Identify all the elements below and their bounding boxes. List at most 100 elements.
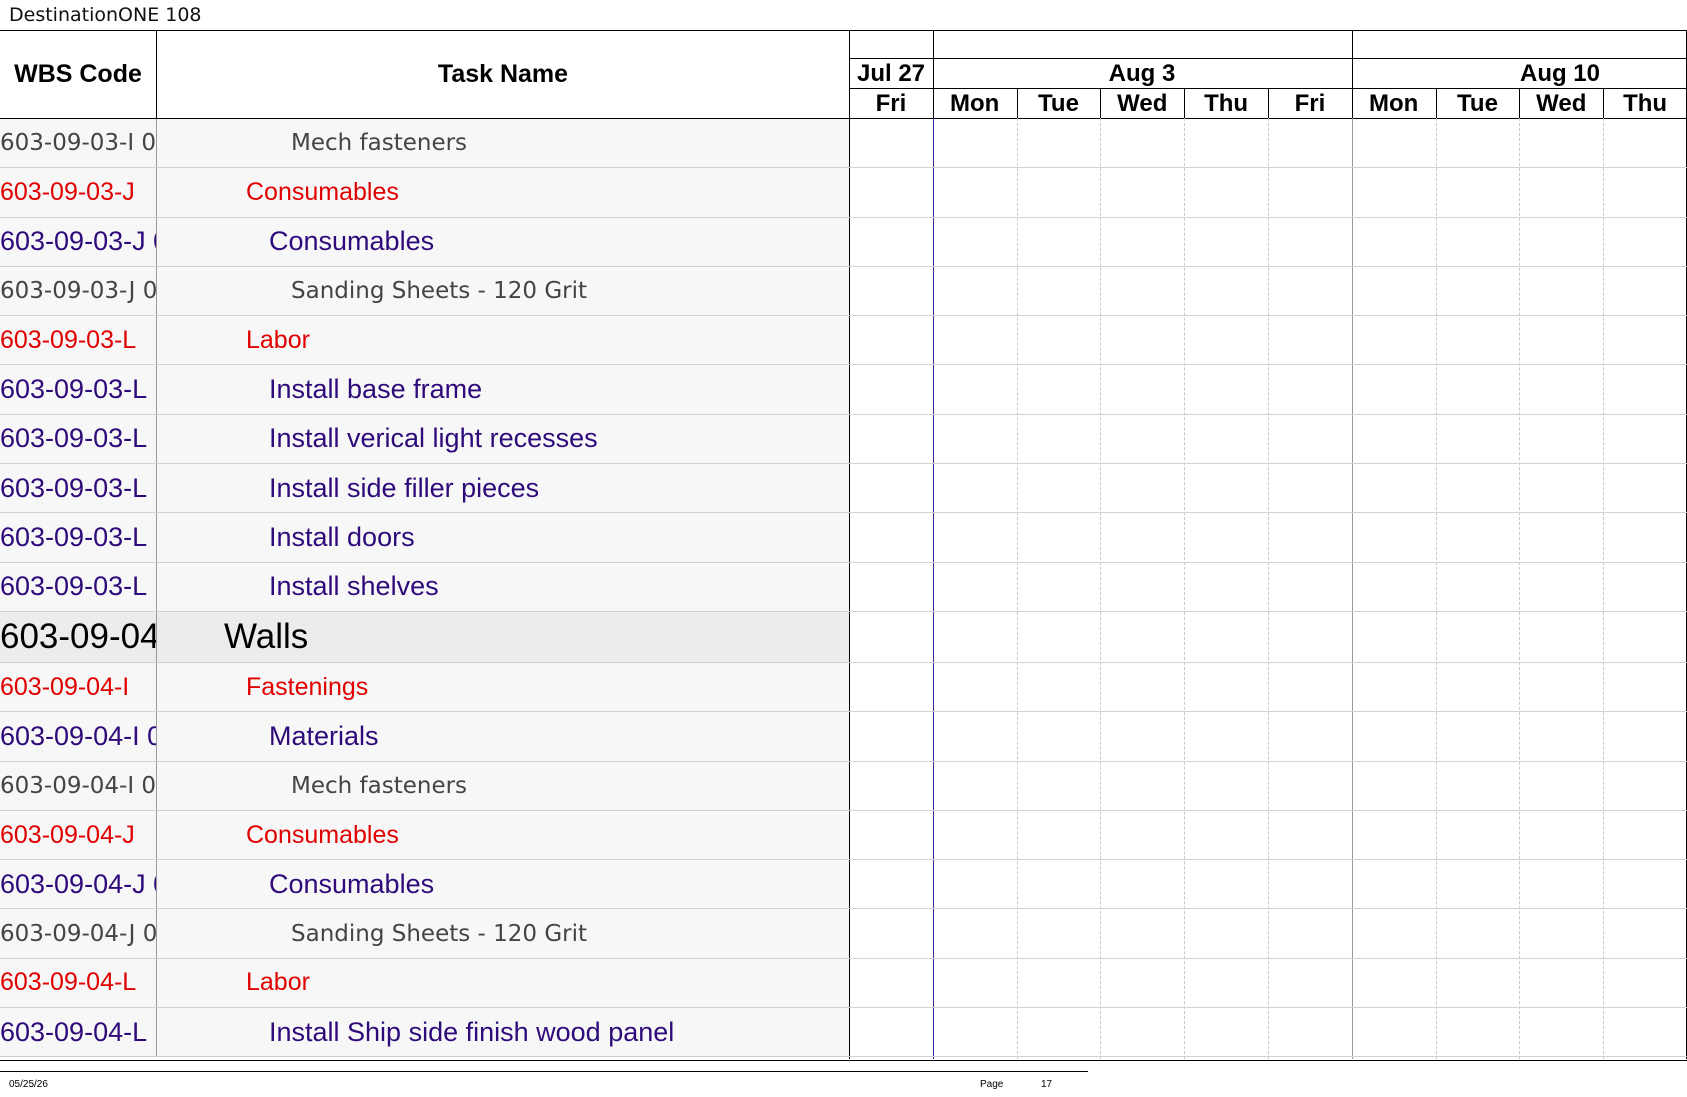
timescale-separator — [1017, 88, 1018, 118]
wbs-code-cell: 603-09-04-J — [0, 810, 157, 860]
table-row[interactable]: 603-09-04-I Fastenings — [0, 662, 849, 713]
row-gridline — [849, 512, 1687, 513]
table-row[interactable]: 603-09-04-J 0 Consumables — [0, 860, 849, 910]
wbs-code-cell: 603-09-04 — [0, 611, 157, 662]
row-gridline — [849, 266, 1687, 267]
row-gridline — [849, 1056, 1687, 1057]
wbs-code-cell: 603-09-03-L — [0, 513, 157, 562]
task-name-cell: Consumables — [269, 868, 435, 899]
timescale-separator — [1352, 30, 1353, 118]
day-gridline — [1184, 118, 1185, 1059]
table-row[interactable]: 603-09-03-L Install base frame — [0, 365, 849, 415]
task-name-cell: Install verical light recesses — [269, 423, 598, 454]
day-gridline — [1519, 118, 1520, 1059]
wbs-code-cell: 603-09-03-I 01 — [0, 119, 157, 168]
day-label: Mon — [950, 90, 1000, 117]
table-row[interactable]: 603-09-03-J 01 Sanding Sheets - 120 Grit — [0, 266, 849, 317]
week-label-aug-3: Aug 3 — [1108, 60, 1176, 87]
footer-page-label: Page — [980, 1079, 1004, 1090]
wbs-code-cell: 603-09-03-J 0 — [0, 217, 157, 266]
table-row[interactable]: 603-09-04 Walls — [0, 611, 849, 663]
day-gridline — [1436, 118, 1437, 1059]
row-gridline — [849, 167, 1687, 168]
row-gridline — [849, 711, 1687, 712]
footer-page-number: 17 — [1041, 1079, 1053, 1090]
day-label: Tue — [1038, 90, 1079, 117]
row-gridline — [849, 908, 1687, 909]
grid-line — [849, 118, 850, 1059]
timescale-separator — [933, 30, 934, 118]
footer-date: 05/25/26 — [9, 1079, 48, 1090]
wbs-code-cell: 603-09-04-I 01 — [0, 761, 157, 810]
day-label: Tue — [1457, 90, 1498, 117]
week-label-aug-10: Aug 10 — [1519, 60, 1600, 87]
task-name-cell: Install doors — [269, 522, 415, 553]
row-gridline — [849, 562, 1687, 563]
column-header-task-name[interactable]: Task Name — [157, 30, 850, 118]
day-gridline — [1017, 118, 1018, 1059]
task-name-cell: Install Ship side finish wood panel — [269, 1016, 675, 1047]
wbs-code-cell: 603-09-04-L — [0, 958, 157, 1008]
table-row[interactable]: 603-09-04-J 01 Sanding Sheets - 120 Grit — [0, 909, 849, 959]
current-date-line — [933, 118, 934, 1059]
wbs-code-cell: 603-09-03-J — [0, 168, 157, 217]
task-name-cell: Labor — [246, 968, 310, 997]
table-row[interactable]: 603-09-03-L Labor — [0, 316, 849, 366]
task-name-cell: Install shelves — [269, 571, 439, 602]
timescale-separator — [1603, 88, 1604, 118]
row-gridline — [849, 761, 1687, 762]
day-label: Wed — [1536, 90, 1587, 117]
timescale-separator — [1184, 88, 1185, 118]
table-row[interactable]: 603-09-04-L Labor — [0, 958, 849, 1009]
table-row[interactable]: 603-09-04-I 0 Materials — [0, 712, 849, 762]
row-gridline — [849, 611, 1687, 612]
table-row[interactable]: 603-09-03-L Install side filler pieces — [0, 464, 849, 514]
timescale-separator — [1268, 88, 1269, 118]
row-gridline — [849, 364, 1687, 365]
row-gridline — [849, 217, 1687, 218]
task-name-cell: Install base frame — [269, 374, 483, 405]
timescale-separator — [1436, 88, 1437, 118]
day-label: Wed — [1117, 90, 1168, 117]
day-label: Mon — [1369, 90, 1419, 117]
day-gridline — [1100, 118, 1101, 1059]
table-row[interactable]: 603-09-03-J 0 Consumables — [0, 217, 849, 267]
timescale-separator — [849, 30, 850, 118]
table-row[interactable]: 603-09-03-L Install verical light recesse… — [0, 414, 849, 465]
row-gridline — [849, 463, 1687, 464]
table-row[interactable]: 603-09-03-L Install shelves — [0, 562, 849, 612]
table-row[interactable]: 603-09-04-I 01 Mech fasteners — [0, 761, 849, 811]
task-name-cell: Walls — [224, 616, 309, 656]
wbs-code-cell: 603-09-03-J 01 — [0, 266, 157, 316]
day-label: Thu — [1623, 90, 1668, 117]
wbs-code-cell: 603-09-03-L — [0, 316, 157, 365]
wbs-code-cell: 603-09-03-L — [0, 464, 157, 513]
table-row[interactable]: 603-09-03-L Install doors — [0, 513, 849, 563]
table-row[interactable]: 603-09-04-L Install Ship side finish wood… — [0, 1008, 849, 1058]
task-name-cell: Install side filler pieces — [269, 472, 540, 503]
task-name-cell: Fastenings — [246, 672, 369, 701]
column-header-wbs[interactable]: WBS Code — [0, 30, 157, 118]
row-gridline — [849, 1007, 1687, 1008]
row-gridline — [849, 315, 1687, 316]
timescale-top-divider — [849, 58, 1687, 59]
task-name-cell: Consumables — [269, 226, 435, 257]
wbs-code-cell: 603-09-03-L — [0, 365, 157, 414]
wbs-code-cell: 603-09-03-L — [0, 562, 157, 611]
wbs-code-cell: 603-09-04-L — [0, 1008, 157, 1057]
day-label: Fri — [875, 90, 907, 117]
row-gridline — [849, 859, 1687, 860]
row-gridline — [849, 662, 1687, 663]
day-gridline — [1268, 118, 1269, 1059]
gantt-chart: Jul 27 Aug 3 Aug 10 Fri Mon Tue Wed Thu Fri Mo… — [849, 30, 1687, 1059]
timescale-separator — [1100, 88, 1101, 118]
task-name-cell: Consumables — [246, 177, 399, 206]
day-gridline — [1603, 118, 1604, 1059]
day-label: Fri — [1294, 90, 1326, 117]
wbs-code-cell: 603-09-04-I 0 — [0, 712, 157, 761]
table-row[interactable]: 603-09-03-I 01 Mech fasteners — [0, 119, 849, 169]
table-row[interactable]: 603-09-04-J Consumables — [0, 810, 849, 861]
wbs-code-cell: 603-09-04-J 0 — [0, 860, 157, 909]
table-row[interactable]: 603-09-03-J Consumables — [0, 168, 849, 218]
row-gridline — [849, 414, 1687, 415]
